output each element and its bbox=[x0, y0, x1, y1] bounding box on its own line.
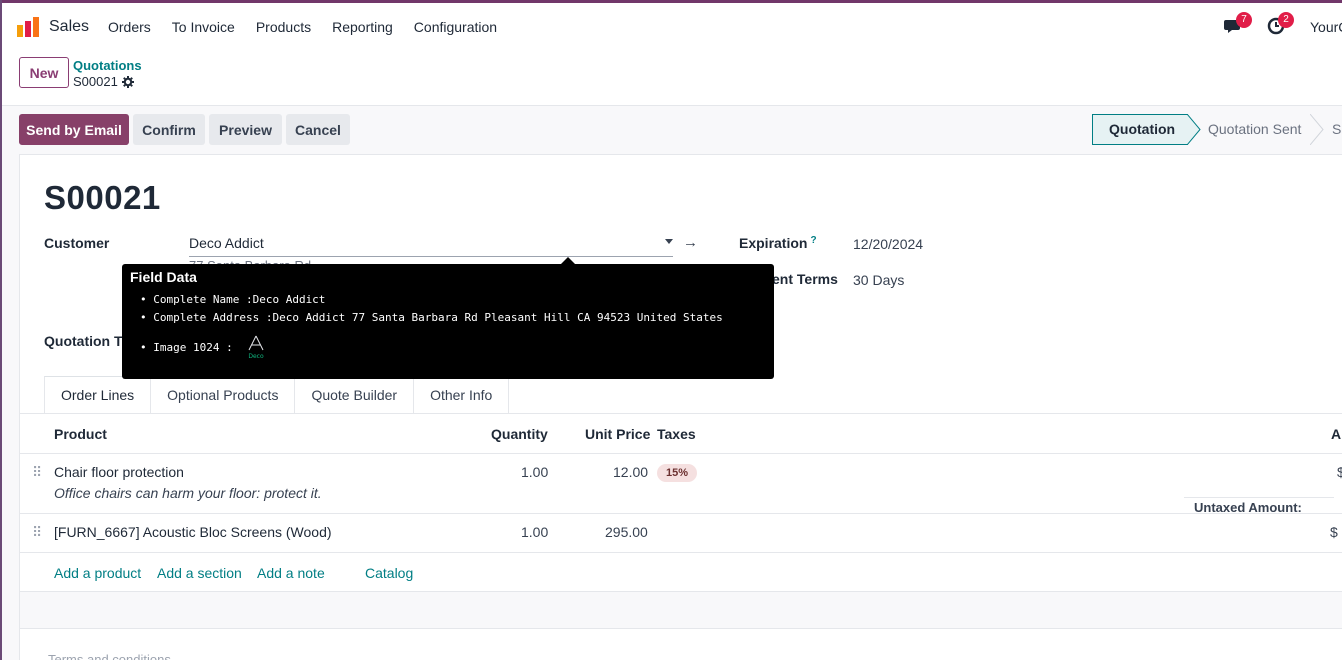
drag-handle-icon[interactable]: ⠿ bbox=[32, 464, 42, 481]
action-bar: Send by Email Confirm Preview Cancel Quo… bbox=[2, 106, 1342, 154]
add-section-link[interactable]: Add a section bbox=[157, 565, 242, 581]
row-amount: $ 2 bbox=[1330, 524, 1342, 540]
status-quotation-sent-label: Quotation Sent bbox=[1208, 121, 1302, 137]
column-taxes[interactable]: Taxes bbox=[657, 426, 696, 442]
sales-app-icon[interactable] bbox=[17, 17, 39, 37]
column-unit-price[interactable]: Unit Price bbox=[585, 426, 650, 442]
breadcrumb-quotations[interactable]: Quotations bbox=[73, 58, 142, 73]
add-note-link[interactable]: Add a note bbox=[257, 565, 325, 581]
empty-row bbox=[20, 592, 1342, 629]
payment-terms-value[interactable]: 30 Days bbox=[853, 272, 904, 288]
messages-badge: 7 bbox=[1236, 12, 1252, 28]
internal-link-arrow-icon[interactable]: → bbox=[683, 234, 698, 251]
breadcrumb-current: S00021 bbox=[73, 74, 134, 89]
table-row[interactable]: ⠿ [FURN_6667] Acoustic Bloc Screens (Woo… bbox=[20, 514, 1342, 553]
deco-logo-text: Deco bbox=[248, 353, 264, 360]
column-product[interactable]: Product bbox=[54, 426, 107, 442]
row-amount: $ bbox=[1337, 464, 1342, 480]
help-tooltip-icon[interactable]: ? bbox=[810, 235, 816, 246]
terms-and-conditions[interactable]: Terms and conditions bbox=[48, 652, 171, 660]
row-quantity: 1.00 bbox=[521, 524, 549, 540]
add-line-row: Add a product Add a section Add a note C… bbox=[20, 553, 1342, 592]
field-data-popover: Field Data • Complete Name :Deco Addict … bbox=[122, 257, 774, 379]
row-quantity: 1.00 bbox=[521, 464, 549, 480]
untaxed-amount-label: Untaxed Amount: bbox=[1184, 497, 1334, 515]
status-quotation[interactable]: Quotation bbox=[1092, 114, 1201, 145]
drag-handle-icon[interactable]: ⠿ bbox=[32, 524, 42, 541]
add-product-link[interactable]: Add a product bbox=[54, 565, 141, 581]
customer-value: Deco Addict bbox=[189, 235, 264, 251]
status-sales-order-label: S bbox=[1332, 121, 1342, 137]
status-quotation-label: Quotation bbox=[1109, 121, 1176, 137]
column-amount[interactable]: Ar bbox=[1331, 426, 1342, 442]
row-unit-price: 12.00 bbox=[613, 464, 649, 480]
main-navbar: Sales Orders To Invoice Products Reporti… bbox=[2, 3, 1342, 49]
tab-optional-products[interactable]: Optional Products bbox=[150, 376, 296, 413]
row-unit-price: 295.00 bbox=[605, 524, 648, 540]
activities-badge: 2 bbox=[1278, 12, 1294, 28]
order-lines-header: Product Quantity Unit Price Taxes Ar bbox=[20, 414, 1342, 454]
menu-orders[interactable]: Orders bbox=[108, 19, 151, 35]
messages-button[interactable]: 7 bbox=[1224, 12, 1252, 37]
gear-icon[interactable] bbox=[121, 75, 134, 88]
row-description: Office chairs can harm your floor: prote… bbox=[54, 485, 322, 501]
expiration-value[interactable]: 12/20/2024 bbox=[853, 236, 923, 252]
record-name: S00021 bbox=[44, 179, 161, 216]
send-by-email-button[interactable]: Send by Email bbox=[19, 114, 129, 145]
menu-products[interactable]: Products bbox=[256, 19, 311, 35]
customer-field[interactable]: Deco Addict bbox=[189, 235, 673, 257]
activities-button[interactable]: 2 bbox=[1267, 12, 1294, 37]
popover-image-label: • Image 1024 : bbox=[140, 341, 233, 354]
chevron-down-icon[interactable] bbox=[665, 239, 673, 244]
payment-terms-label: ent Terms bbox=[772, 271, 838, 287]
tab-other-info[interactable]: Other Info bbox=[413, 376, 510, 413]
menu-to-invoice[interactable]: To Invoice bbox=[172, 19, 235, 35]
status-bar: Quotation Quotation Sent S bbox=[1092, 114, 1341, 145]
menu-reporting[interactable]: Reporting bbox=[332, 19, 393, 35]
popover-arrow bbox=[560, 257, 576, 265]
popover-complete-address: • Complete Address :Deco Addict 77 Santa… bbox=[140, 311, 723, 324]
row-product: [FURN_6667] Acoustic Bloc Screens (Wood) bbox=[54, 524, 332, 540]
new-button[interactable]: New bbox=[19, 57, 69, 88]
catalog-button[interactable]: Catalog bbox=[365, 565, 413, 581]
popover-complete-name: • Complete Name :Deco Addict bbox=[140, 293, 326, 306]
tab-quote-builder[interactable]: Quote Builder bbox=[294, 376, 415, 413]
menu-configuration[interactable]: Configuration bbox=[414, 19, 497, 35]
column-quantity[interactable]: Quantity bbox=[491, 426, 548, 442]
status-quotation-sent[interactable]: Quotation Sent bbox=[1188, 114, 1324, 145]
notebook-tabs: Order Lines Optional Products Quote Buil… bbox=[44, 376, 510, 413]
confirm-button[interactable]: Confirm bbox=[133, 114, 205, 145]
top-menu: Orders To Invoice Products Reporting Con… bbox=[108, 19, 518, 35]
deco-addict-logo-icon: Deco bbox=[248, 335, 264, 360]
row-product: Chair floor protection bbox=[54, 464, 184, 480]
expiration-label: Expiration? bbox=[739, 235, 817, 251]
cancel-button[interactable]: Cancel bbox=[286, 114, 350, 145]
popover-title: Field Data bbox=[130, 269, 197, 285]
status-chevron-icon bbox=[1310, 114, 1324, 145]
customer-label: Customer bbox=[44, 235, 110, 251]
form-sheet: S00021 Customer Deco Addict → 77 Santa B… bbox=[19, 154, 1342, 660]
tax-badge: 15% bbox=[657, 464, 698, 482]
tab-order-lines[interactable]: Order Lines bbox=[44, 376, 152, 413]
quotation-template-label: Quotation Te bbox=[44, 333, 130, 349]
control-panel: New Quotations S00021 bbox=[2, 49, 1342, 106]
user-menu[interactable]: YourC bbox=[1310, 19, 1342, 35]
table-row[interactable]: ⠿ Chair floor protection Office chairs c… bbox=[20, 454, 1342, 514]
breadcrumb-current-label: S00021 bbox=[73, 74, 118, 89]
expiration-label-text: Expiration bbox=[739, 235, 808, 251]
preview-button[interactable]: Preview bbox=[209, 114, 282, 145]
app-name[interactable]: Sales bbox=[49, 18, 89, 36]
